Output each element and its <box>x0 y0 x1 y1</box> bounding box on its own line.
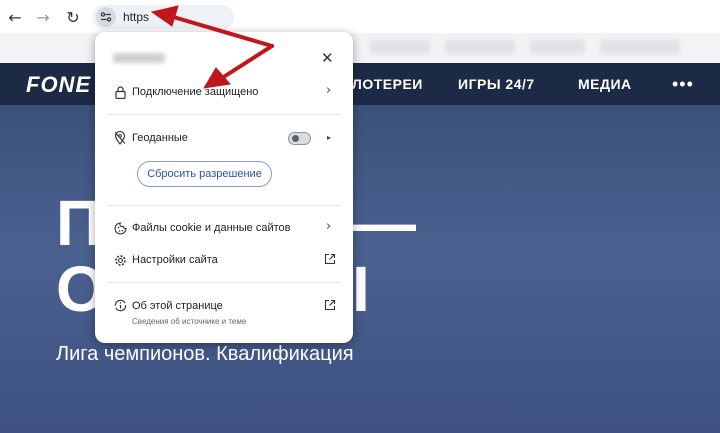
annotation-arrows <box>150 5 274 89</box>
